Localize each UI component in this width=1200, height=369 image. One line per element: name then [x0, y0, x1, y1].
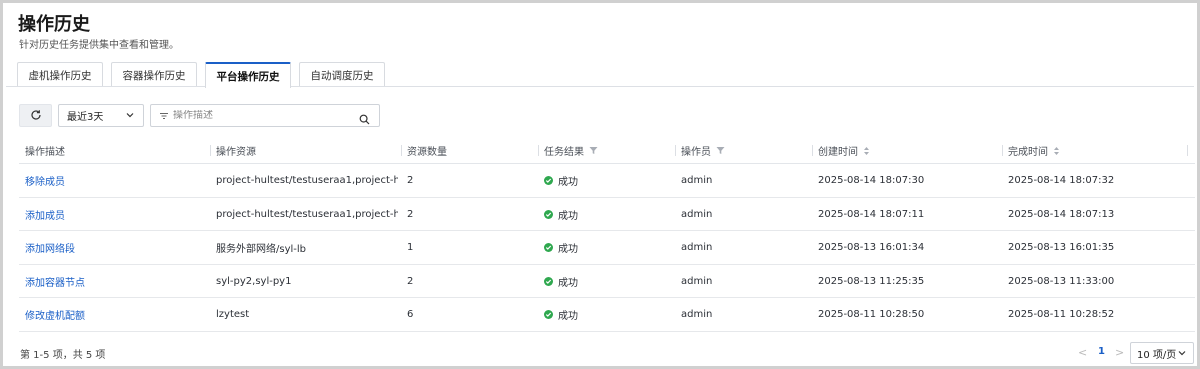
- row-created: 2025-08-13 16:01:34: [818, 242, 925, 253]
- window-frame: 操作历史 针对历史任务提供集中查看和管理。 虚机操作历史 容器操作历史 平台操作…: [0, 0, 1200, 369]
- row-result: 成功: [544, 198, 578, 231]
- time-range-value: 最近3天: [67, 112, 104, 123]
- sort-icon[interactable]: [1053, 146, 1060, 156]
- table-row: 修改虚机配额 lzytest 6 成功 admin 2025-08-11 10:…: [19, 298, 1195, 332]
- row-finished: 2025-08-14 18:07:13: [1008, 208, 1115, 220]
- check-circle-icon: [544, 176, 553, 185]
- next-page-button[interactable]: >: [1115, 346, 1124, 359]
- search-input[interactable]: [173, 110, 343, 121]
- col-header-resource: 操作资源: [210, 137, 256, 164]
- search-icon[interactable]: [359, 110, 370, 129]
- page-title: 操作历史: [18, 14, 90, 35]
- row-count: 2: [407, 208, 414, 220]
- chevron-down-icon: [125, 110, 135, 123]
- col-header-result: 任务结果: [538, 137, 598, 164]
- col-header-count: 资源数量: [401, 137, 447, 164]
- chevron-down-icon: [1177, 348, 1187, 361]
- refresh-button[interactable]: [19, 104, 52, 127]
- row-resource: 服务外部网络/syl-lb: [216, 244, 307, 255]
- check-circle-icon: [544, 209, 553, 219]
- row-resource: syl-py2,syl-py1: [216, 275, 292, 287]
- page-number-button[interactable]: 1: [1098, 346, 1105, 357]
- row-desc-link[interactable]: 添加网络段: [25, 231, 75, 264]
- col-header-desc: 操作描述: [25, 147, 65, 158]
- row-operator: admin: [681, 275, 713, 287]
- row-result: 成功: [544, 231, 578, 264]
- row-resource: project-hultest/testuseraa1,project-hul.…: [216, 208, 398, 220]
- row-count: 2: [407, 175, 414, 186]
- history-table: 操作描述 操作资源 资源数量 任务结果 操作员 创建时间 完成时间 移除成员 p…: [19, 137, 1195, 332]
- row-count: 1: [407, 242, 414, 253]
- filter-lines-icon: [159, 106, 169, 125]
- row-finished: 2025-08-13 11:33:00: [1008, 275, 1115, 287]
- sort-icon[interactable]: [863, 146, 870, 156]
- tab-platform-history[interactable]: 平台操作历史: [205, 62, 291, 88]
- tab-container-history[interactable]: 容器操作历史: [111, 62, 197, 87]
- pagination-summary: 第 1-5 项，共 5 项: [20, 350, 106, 361]
- check-circle-icon: [544, 243, 553, 252]
- page-subtitle: 针对历史任务提供集中查看和管理。: [19, 40, 179, 51]
- table-row: 添加容器节点 syl-py2,syl-py1 2 成功 admin 2025-0…: [19, 265, 1195, 298]
- time-range-select[interactable]: 最近3天: [58, 104, 144, 127]
- table-row: 移除成员 project-hultest/testuseraa1,project…: [19, 164, 1195, 198]
- prev-page-button[interactable]: <: [1078, 346, 1087, 359]
- col-header-operator: 操作员: [675, 137, 725, 164]
- row-created: 2025-08-11 10:28:50: [818, 309, 925, 320]
- row-finished: 2025-08-14 18:07:32: [1008, 175, 1115, 186]
- filter-icon[interactable]: [589, 146, 598, 155]
- row-operator: admin: [681, 242, 713, 253]
- row-desc-link[interactable]: 添加成员: [25, 198, 65, 231]
- row-created: 2025-08-14 18:07:30: [818, 175, 925, 186]
- table-body: 移除成员 project-hultest/testuseraa1,project…: [19, 164, 1195, 332]
- row-count: 6: [407, 309, 414, 320]
- col-header-created: 创建时间: [812, 137, 870, 164]
- tabs-divider: [6, 86, 1194, 87]
- row-finished: 2025-08-11 10:28:52: [1008, 309, 1115, 320]
- col-header-finished: 完成时间: [1002, 137, 1060, 164]
- search-box[interactable]: [150, 104, 380, 127]
- table-row: 添加成员 project-hultest/testuseraa1,project…: [19, 198, 1195, 231]
- page-size-value: 10 项/页: [1137, 349, 1177, 361]
- row-created: 2025-08-13 11:25:35: [818, 275, 925, 287]
- tab-vm-history[interactable]: 虚机操作历史: [17, 62, 103, 87]
- row-desc-link[interactable]: 修改虚机配额: [25, 298, 85, 331]
- row-count: 2: [407, 275, 414, 287]
- tab-bar: 虚机操作历史 容器操作历史 平台操作历史 自动调度历史: [17, 62, 393, 88]
- table-header: 操作描述 操作资源 资源数量 任务结果 操作员 创建时间 完成时间: [19, 137, 1195, 164]
- filter-icon[interactable]: [716, 146, 725, 155]
- check-circle-icon: [544, 310, 553, 319]
- row-created: 2025-08-14 18:07:11: [818, 208, 925, 220]
- row-result: 成功: [544, 164, 578, 197]
- row-finished: 2025-08-13 16:01:35: [1008, 242, 1115, 253]
- row-desc-link[interactable]: 添加容器节点: [25, 265, 85, 298]
- row-operator: admin: [681, 208, 713, 220]
- row-resource: project-hultest/testuseraa1,project-hul.…: [216, 175, 398, 186]
- page-size-select[interactable]: 10 项/页: [1130, 342, 1194, 364]
- refresh-icon: [30, 106, 42, 125]
- row-operator: admin: [681, 175, 713, 186]
- table-row: 添加网络段 服务外部网络/syl-lb 1 成功 admin 2025-08-1…: [19, 231, 1195, 265]
- check-circle-icon: [544, 276, 553, 286]
- row-operator: admin: [681, 309, 713, 320]
- row-desc-link[interactable]: 移除成员: [25, 164, 65, 197]
- tab-auto-schedule-history[interactable]: 自动调度历史: [299, 62, 385, 87]
- row-resource: lzytest: [216, 309, 250, 320]
- row-result: 成功: [544, 265, 578, 298]
- row-result: 成功: [544, 298, 578, 331]
